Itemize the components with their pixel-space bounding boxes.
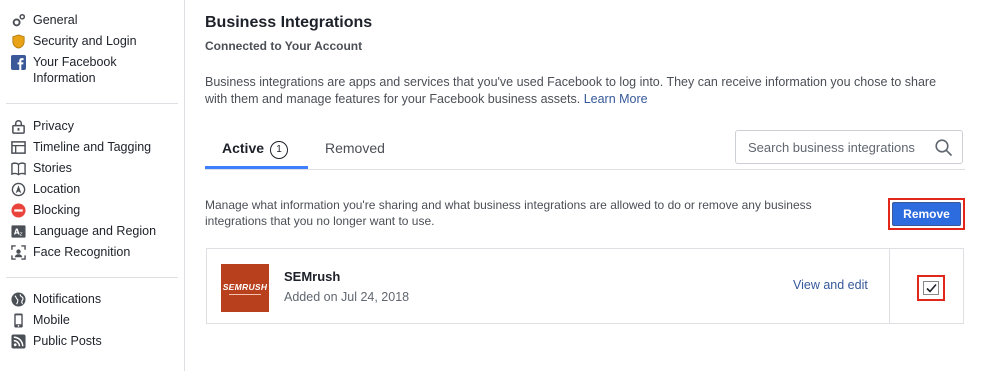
integration-added-date: Added on Jul 24, 2018 xyxy=(284,290,410,304)
remove-button-highlight: Remove xyxy=(888,198,965,230)
gear-icon xyxy=(12,13,26,27)
tab-active-count: 1 xyxy=(270,141,289,159)
svg-text:z: z xyxy=(19,231,22,237)
sidebar-item-public-posts[interactable]: Public Posts xyxy=(6,331,178,352)
checkbox-highlight xyxy=(917,275,945,301)
sidebar-item-label: Blocking xyxy=(33,203,81,217)
sidebar-item-label: Face Recognition xyxy=(33,245,131,259)
sidebar-item-stories[interactable]: Stories xyxy=(6,158,178,179)
sidebar-group-privacy: Privacy Timeline and Tagging Stories Loc… xyxy=(6,104,178,278)
sidebar-item-security[interactable]: Security and Login xyxy=(6,31,178,52)
sidebar-item-label: Security and Login xyxy=(33,34,137,48)
page-title: Business Integrations xyxy=(205,14,373,31)
view-and-edit-link[interactable]: View and edit xyxy=(793,278,868,292)
tabs-divider xyxy=(205,169,965,170)
sidebar-item-your-facebook-information[interactable]: Your Facebook Information xyxy=(6,52,178,89)
sidebar-group-account: General Security and Login Your Facebook… xyxy=(6,0,178,104)
row-divider xyxy=(889,249,890,323)
lock-icon xyxy=(12,119,25,134)
sidebar-item-label: Notifications xyxy=(33,292,102,306)
sidebar-item-general[interactable]: General xyxy=(6,10,178,31)
sidebar-item-timeline-and-tagging[interactable]: Timeline and Tagging xyxy=(6,137,178,158)
search-icon[interactable] xyxy=(935,139,952,156)
sidebar-item-language-and-region[interactable]: Az Language and Region xyxy=(6,221,178,242)
location-icon xyxy=(11,182,26,197)
learn-more-link[interactable]: Learn More xyxy=(584,92,648,106)
sidebar-item-label: Stories xyxy=(33,161,72,175)
search-input[interactable] xyxy=(736,131,943,163)
semrush-logo: SEMRUSH xyxy=(221,264,269,312)
tab-active-label: Active xyxy=(222,140,265,156)
sidebar-item-label: Privacy xyxy=(33,119,74,133)
rss-icon xyxy=(11,334,26,349)
search-box xyxy=(735,130,963,164)
sidebar-item-label: General xyxy=(33,13,78,27)
description-text: Business integrations are apps and servi… xyxy=(205,75,937,106)
language-icon: Az xyxy=(11,225,26,238)
page-subtitle: Connected to Your Account xyxy=(205,39,363,53)
sidebar-item-blocking[interactable]: Blocking xyxy=(6,200,178,221)
sidebar-item-label: Mobile xyxy=(33,313,70,327)
integration-name: SEMrush xyxy=(284,269,341,284)
checkmark-icon xyxy=(926,283,937,293)
face-recognition-icon xyxy=(11,245,26,260)
sidebar-item-mobile[interactable]: Mobile xyxy=(6,310,178,331)
sidebar-item-label: Location xyxy=(33,182,81,196)
tab-active[interactable]: Active 1 xyxy=(222,140,289,159)
book-icon xyxy=(11,162,26,176)
integration-row: SEMRUSH SEMrush Added on Jul 24, 2018 Vi… xyxy=(206,248,964,324)
globe-icon xyxy=(11,292,26,307)
manage-instructions: Manage what information you're sharing a… xyxy=(205,198,812,228)
sidebar-item-location[interactable]: Location xyxy=(6,179,178,200)
sidebar-item-privacy[interactable]: Privacy xyxy=(6,116,178,137)
shield-icon xyxy=(12,34,25,49)
sidebar-item-label: Your Facebook Information xyxy=(33,55,117,85)
sidebar-item-label: Public Posts xyxy=(33,334,102,348)
sidebar-item-label: Language and Region xyxy=(33,224,157,238)
integration-select-checkbox[interactable] xyxy=(923,281,939,295)
sidebar-item-notifications[interactable]: Notifications xyxy=(6,289,178,310)
facebook-icon xyxy=(11,55,26,70)
remove-button[interactable]: Remove xyxy=(892,202,961,226)
semrush-logo-text: SEMRUSH xyxy=(222,281,268,292)
blocking-icon xyxy=(11,203,26,218)
page-description: Business integrations are apps and servi… xyxy=(205,74,960,108)
settings-sidebar: General Security and Login Your Facebook… xyxy=(0,0,185,371)
mobile-icon xyxy=(14,313,23,328)
sidebar-group-notifications: Notifications Mobile Public Posts xyxy=(6,278,178,358)
timeline-icon xyxy=(11,141,26,154)
tab-removed[interactable]: Removed xyxy=(325,140,385,156)
sidebar-item-face-recognition[interactable]: Face Recognition xyxy=(6,242,178,263)
sidebar-item-label: Timeline and Tagging xyxy=(33,140,152,154)
